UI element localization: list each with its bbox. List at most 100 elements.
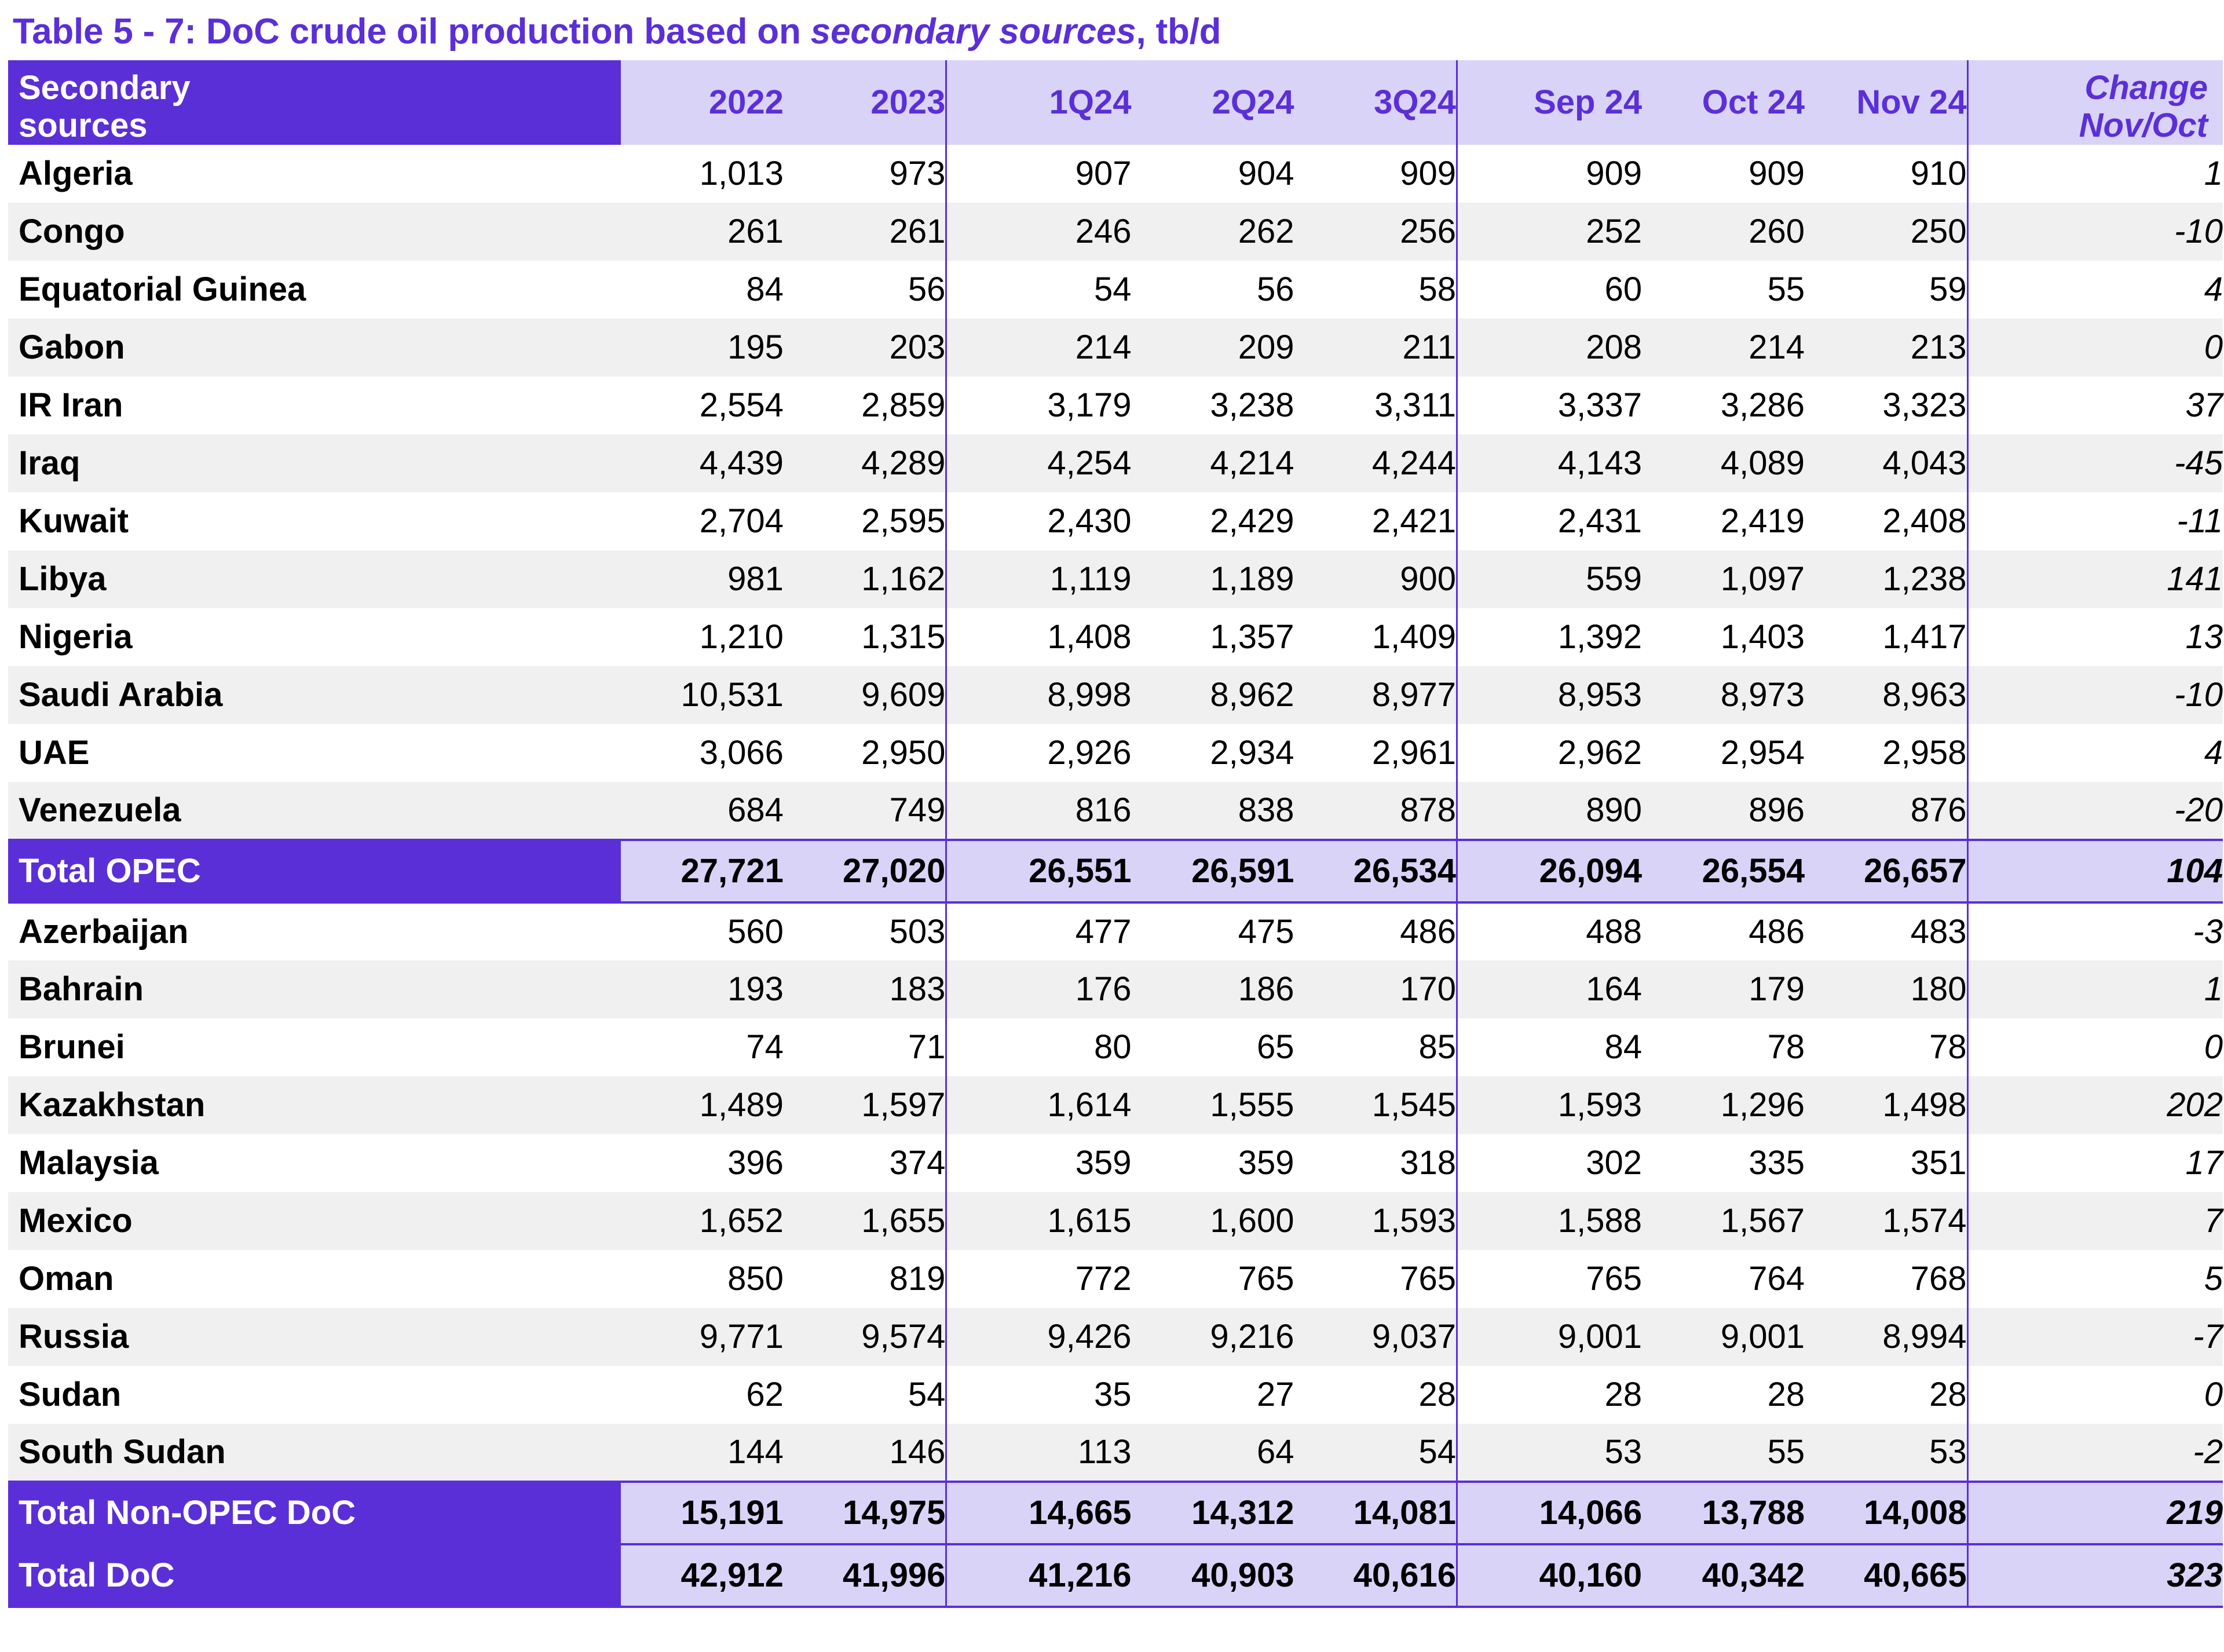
cell-oct-24: 2,954 xyxy=(1642,723,1805,782)
cell-q3-24: 26,534 xyxy=(1294,838,1457,904)
cell-nov-24: 26,657 xyxy=(1805,838,1968,904)
cell-sep-24: 890 xyxy=(1456,781,1643,840)
cell-q3-24: 765 xyxy=(1294,1249,1457,1308)
row-label: Total OPEC xyxy=(8,838,621,904)
cell-oct-24: 1,567 xyxy=(1642,1192,1805,1250)
cell-nov-24: 53 xyxy=(1805,1423,1968,1482)
row-label: Nigeria xyxy=(8,608,621,666)
cell-nov-24: 28 xyxy=(1805,1365,1968,1424)
cell-sep-24: 4,143 xyxy=(1456,434,1643,492)
cell-y2023: 146 xyxy=(783,1423,946,1482)
cell-q1-24: 54 xyxy=(945,260,1132,319)
change-header-bottom: Nov/Oct xyxy=(2079,106,2208,144)
column-header-2023: 2023 xyxy=(783,60,946,145)
cell-oct-24: 260 xyxy=(1642,202,1805,261)
cell-nov-24: 2,958 xyxy=(1805,723,1968,782)
cell-y2022: 1,210 xyxy=(620,608,784,666)
change-header-top: Change xyxy=(2084,69,2208,107)
row-label: Russia xyxy=(8,1307,621,1366)
column-header-2q24: 2Q24 xyxy=(1131,60,1294,145)
cell-change-nov-oct: -2 xyxy=(1966,1423,2223,1482)
cell-nov-24: 180 xyxy=(1805,960,1968,1018)
header-line-2: sources xyxy=(19,106,148,144)
cell-nov-24: 14,008 xyxy=(1805,1480,1968,1545)
cell-q1-24: 1,119 xyxy=(945,550,1132,608)
cell-nov-24: 8,994 xyxy=(1805,1307,1968,1366)
cell-q3-24: 486 xyxy=(1294,902,1457,960)
cell-y2023: 1,655 xyxy=(783,1192,946,1250)
cell-q2-24: 1,555 xyxy=(1131,1076,1294,1134)
cell-y2022: 74 xyxy=(620,1018,784,1076)
table-row: Gabon 195 203 214 209 211 208 214 213 0 xyxy=(8,318,2223,377)
cell-q2-24: 3,238 xyxy=(1131,376,1294,434)
cell-y2022: 195 xyxy=(620,318,784,377)
page-title: Table 5 - 7: DoC crude oil production ba… xyxy=(5,0,2219,60)
title-prefix: Table 5 - 7: DoC crude oil production ba… xyxy=(13,12,811,52)
cell-q3-24: 211 xyxy=(1294,318,1457,377)
cell-change-nov-oct: 13 xyxy=(1966,608,2223,666)
cell-change-nov-oct: 0 xyxy=(1966,318,2223,377)
cell-q1-24: 4,254 xyxy=(945,434,1132,492)
cell-q2-24: 9,216 xyxy=(1131,1307,1294,1366)
cell-q2-24: 2,934 xyxy=(1131,723,1294,782)
cell-y2022: 981 xyxy=(620,550,784,608)
cell-q3-24: 40,616 xyxy=(1294,1543,1457,1608)
cell-q3-24: 28 xyxy=(1294,1365,1457,1424)
cell-y2023: 1,162 xyxy=(783,550,946,608)
cell-y2022: 684 xyxy=(620,781,784,840)
cell-y2022: 193 xyxy=(620,960,784,1018)
cell-q1-24: 1,614 xyxy=(945,1076,1132,1134)
cell-sep-24: 208 xyxy=(1456,318,1643,377)
cell-y2022: 560 xyxy=(620,902,784,960)
cell-change-nov-oct: 1 xyxy=(1966,144,2223,203)
cell-y2023: 503 xyxy=(783,902,946,960)
cell-sep-24: 1,593 xyxy=(1456,1076,1643,1134)
row-label: Kuwait xyxy=(8,492,621,550)
cell-change-nov-oct: 0 xyxy=(1966,1018,2223,1076)
table-row: Kazakhstan 1,489 1,597 1,614 1,555 1,545 1,593… xyxy=(8,1076,2223,1134)
cell-q3-24: 85 xyxy=(1294,1018,1457,1076)
cell-q2-24: 64 xyxy=(1131,1423,1294,1482)
row-label: Sudan xyxy=(8,1365,621,1424)
cell-change-nov-oct: 4 xyxy=(1966,260,2223,319)
cell-change-nov-oct: -10 xyxy=(1966,202,2223,261)
cell-nov-24: 1,498 xyxy=(1805,1076,1968,1134)
cell-nov-24: 250 xyxy=(1805,202,1968,261)
cell-oct-24: 896 xyxy=(1642,781,1805,840)
row-label: Algeria xyxy=(8,144,621,203)
cell-change-nov-oct: -3 xyxy=(1966,902,2223,960)
cell-q3-24: 9,037 xyxy=(1294,1307,1457,1366)
cell-nov-24: 59 xyxy=(1805,260,1968,319)
row-label: Mexico xyxy=(8,1192,621,1250)
cell-q3-24: 170 xyxy=(1294,960,1457,1018)
cell-q1-24: 80 xyxy=(945,1018,1132,1076)
table-body: Algeria 1,013 973 907 904 909 909 909 910 1 Congo 2… xyxy=(8,144,2223,1608)
table-row: Libya 981 1,162 1,119 1,189 900 559 1,097 1,238 1… xyxy=(8,550,2223,608)
row-label: South Sudan xyxy=(8,1423,621,1482)
row-label: Saudi Arabia xyxy=(8,666,621,724)
cell-y2022: 396 xyxy=(620,1134,784,1192)
table-row: Iraq 4,439 4,289 4,254 4,214 4,244 4,143 4,089 4… xyxy=(8,434,2223,492)
cell-sep-24: 9,001 xyxy=(1456,1307,1643,1366)
row-label: Venezuela xyxy=(8,781,621,840)
cell-change-nov-oct: 0 xyxy=(1966,1365,2223,1424)
cell-y2022: 850 xyxy=(620,1249,784,1308)
cell-y2022: 9,771 xyxy=(620,1307,784,1366)
header-line-1: Secondary xyxy=(19,69,191,107)
cell-change-nov-oct: 5 xyxy=(1966,1249,2223,1308)
cell-change-nov-oct: 4 xyxy=(1966,723,2223,782)
cell-q3-24: 256 xyxy=(1294,202,1457,261)
cell-nov-24: 1,574 xyxy=(1805,1192,1968,1250)
cell-change-nov-oct: -20 xyxy=(1966,781,2223,840)
cell-q1-24: 246 xyxy=(945,202,1132,261)
row-label: Gabon xyxy=(8,318,621,377)
cell-oct-24: 1,403 xyxy=(1642,608,1805,666)
cell-q2-24: 1,357 xyxy=(1131,608,1294,666)
cell-y2023: 1,315 xyxy=(783,608,946,666)
cell-nov-24: 1,417 xyxy=(1805,608,1968,666)
cell-oct-24: 1,296 xyxy=(1642,1076,1805,1134)
cell-y2023: 2,950 xyxy=(783,723,946,782)
cell-sep-24: 53 xyxy=(1456,1423,1643,1482)
cell-oct-24: 764 xyxy=(1642,1249,1805,1308)
cell-y2023: 14,975 xyxy=(783,1480,946,1545)
